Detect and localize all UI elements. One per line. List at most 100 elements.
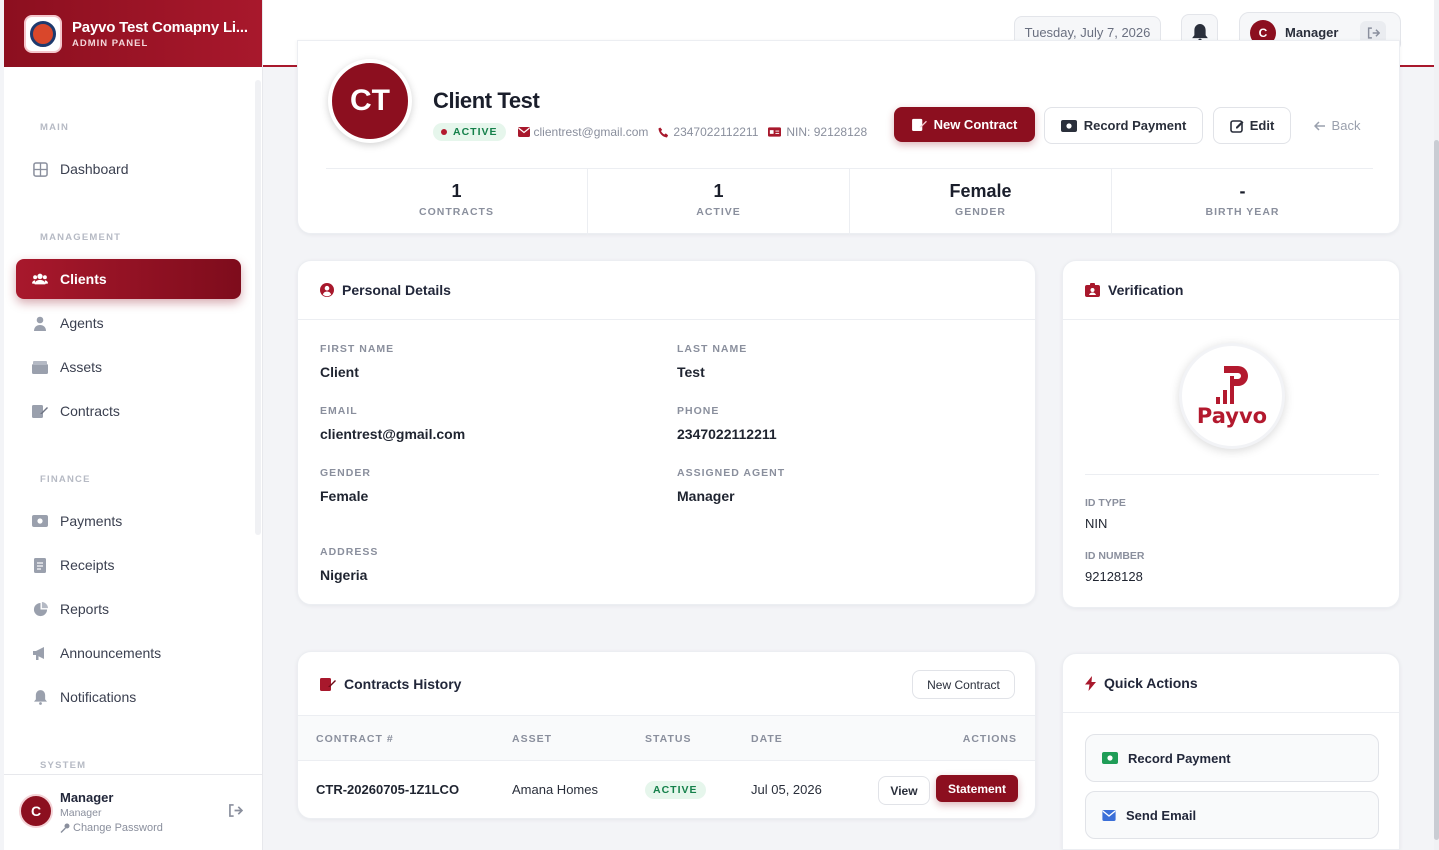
logout-icon bbox=[1367, 27, 1380, 39]
chart-pie-icon bbox=[32, 601, 48, 617]
column-header: ASSET bbox=[512, 733, 553, 745]
nav-section-management: MANAGEMENT bbox=[40, 232, 122, 243]
header-user-name: Manager bbox=[1285, 25, 1339, 40]
stat-birth-year: - BIRTH YEAR bbox=[1205, 181, 1280, 218]
payvo-wordmark: Payvo bbox=[1196, 404, 1268, 428]
column-header: CONTRACT # bbox=[316, 733, 394, 745]
file-signature-icon bbox=[320, 677, 336, 691]
view-contract-button[interactable]: View bbox=[878, 776, 930, 805]
phone-icon bbox=[658, 126, 669, 138]
sidebar-item-label: Contracts bbox=[60, 403, 120, 419]
personal-details-card: Personal Details FIRST NAME Client LAST … bbox=[297, 260, 1036, 605]
arrow-left-icon bbox=[1313, 120, 1326, 131]
file-signature-icon bbox=[911, 118, 927, 131]
bullhorn-icon bbox=[32, 645, 48, 661]
change-password-link[interactable]: Change Password bbox=[60, 822, 163, 834]
quick-record-payment-button[interactable]: Record Payment bbox=[1085, 734, 1379, 782]
sidebar-item-contracts[interactable]: Contracts bbox=[16, 391, 241, 431]
client-profile-card: CT Client Test ACTIVE clientrest@gmail.c… bbox=[297, 40, 1400, 235]
key-icon bbox=[60, 823, 70, 833]
card-header: Personal Details bbox=[298, 261, 1035, 320]
sidebar-item-label: Clients bbox=[60, 271, 107, 287]
envelope-icon bbox=[517, 127, 530, 137]
new-contract-button[interactable]: New Contract bbox=[894, 107, 1035, 142]
sidebar-user-name: Manager bbox=[60, 790, 114, 805]
logout-icon[interactable] bbox=[228, 804, 244, 822]
company-name: Payvo Test Comapny Li... bbox=[72, 18, 248, 36]
verification-card: Verification Payvo ID TYPE NIN ID NUMBER… bbox=[1062, 260, 1400, 608]
avatar: C bbox=[19, 794, 53, 828]
contract-asset: Amana Homes bbox=[512, 782, 598, 797]
file-signature-icon bbox=[32, 403, 48, 419]
quick-send-email-button[interactable]: Send Email bbox=[1085, 791, 1379, 839]
table-row: CTR-20260705-1Z1LCO Amana Homes ACTIVE J… bbox=[298, 762, 1035, 818]
contracts-new-button[interactable]: New Contract bbox=[912, 670, 1015, 699]
payvo-mark-icon bbox=[1216, 366, 1248, 404]
sidebar-item-label: Receipts bbox=[60, 557, 115, 573]
status-dot bbox=[441, 129, 447, 135]
sidebar-item-notifications[interactable]: Notifications bbox=[16, 677, 241, 717]
user-tie-icon bbox=[32, 315, 48, 331]
assigned-agent-field: ASSIGNED AGENT Manager bbox=[677, 467, 786, 504]
id-badge-icon bbox=[1085, 283, 1100, 297]
stat-active: 1 ACTIVE bbox=[588, 169, 850, 235]
contract-number[interactable]: CTR-20260705-1Z1LCO bbox=[316, 782, 459, 797]
contract-date: Jul 05, 2026 bbox=[751, 782, 822, 797]
sidebar-item-label: Announcements bbox=[60, 645, 162, 661]
stat-gender: Female GENDER bbox=[850, 169, 1112, 235]
sidebar-scrollbar[interactable] bbox=[255, 80, 261, 535]
sidebar-item-label: Notifications bbox=[60, 689, 137, 705]
payvo-logo: Payvo bbox=[1179, 343, 1285, 449]
client-stats: 1 CONTRACTS 1 ACTIVE Female GENDER - BIR… bbox=[326, 169, 1373, 235]
sidebar-user-panel: C Manager Manager Change Password bbox=[4, 774, 262, 850]
sidebar-item-receipts[interactable]: Receipts bbox=[16, 545, 241, 585]
statement-button[interactable]: Statement bbox=[936, 775, 1018, 802]
nav-section-main: MAIN bbox=[40, 122, 70, 133]
status-badge: ACTIVE bbox=[433, 123, 506, 141]
nav-section-finance: FINANCE bbox=[40, 474, 91, 485]
client-email[interactable]: clientrest@gmail.com bbox=[534, 125, 649, 139]
record-payment-button[interactable]: Record Payment bbox=[1044, 107, 1203, 144]
sidebar-item-dashboard[interactable]: Dashboard bbox=[16, 149, 241, 189]
gender-field: GENDER Female bbox=[320, 467, 371, 504]
id-number-field: ID NUMBER 92128128 bbox=[1085, 550, 1145, 584]
scrollbar-thumb[interactable] bbox=[1434, 140, 1439, 840]
sidebar-item-label: Reports bbox=[60, 601, 110, 617]
divider bbox=[1085, 474, 1379, 475]
client-phone[interactable]: 2347022112211 bbox=[673, 125, 758, 139]
bell-icon bbox=[1191, 23, 1208, 42]
status-badge: ACTIVE bbox=[645, 781, 706, 799]
brand-header[interactable]: Payvo Test Comapny Li... ADMIN PANEL bbox=[4, 0, 262, 67]
back-link[interactable]: Back bbox=[1308, 107, 1366, 144]
sidebar-item-assets[interactable]: Assets bbox=[16, 347, 241, 387]
address-field: ADDRESS Nigeria bbox=[320, 546, 379, 583]
contracts-history-card: Contracts History New Contract CONTRACT … bbox=[297, 651, 1036, 819]
column-header: DATE bbox=[751, 733, 783, 745]
admin-panel-label: ADMIN PANEL bbox=[72, 37, 149, 49]
quick-actions-card: Quick Actions Record Payment Send Email bbox=[1062, 653, 1400, 850]
sidebar-item-label: Assets bbox=[60, 359, 103, 375]
bolt-icon bbox=[1085, 675, 1096, 691]
nav-section-system: SYSTEM bbox=[40, 760, 87, 771]
last-name-field: LAST NAME Test bbox=[677, 343, 748, 380]
page-scrollbar[interactable] bbox=[1434, 0, 1439, 850]
grid-icon bbox=[32, 161, 48, 177]
envelope-icon bbox=[1102, 809, 1116, 821]
phone-field: PHONE 2347022112211 bbox=[677, 405, 777, 442]
sidebar: Payvo Test Comapny Li... ADMIN PANEL MAI… bbox=[4, 0, 263, 850]
sidebar-item-label: Payments bbox=[60, 513, 123, 529]
user-circle-icon bbox=[320, 283, 334, 297]
sidebar-user-role: Manager bbox=[60, 807, 102, 819]
sidebar-item-agents[interactable]: Agents bbox=[16, 303, 241, 343]
sidebar-item-label: Agents bbox=[60, 315, 104, 331]
sidebar-item-clients[interactable]: Clients bbox=[16, 259, 241, 299]
client-meta: ACTIVE clientrest@gmail.com 234702211221… bbox=[433, 123, 867, 141]
sidebar-item-announcements[interactable]: Announcements bbox=[16, 633, 241, 673]
edit-icon bbox=[1229, 119, 1244, 133]
client-nin: NIN: 92128128 bbox=[786, 125, 868, 139]
sidebar-item-payments[interactable]: Payments bbox=[16, 501, 241, 541]
sidebar-item-reports[interactable]: Reports bbox=[16, 589, 241, 629]
first-name-field: FIRST NAME Client bbox=[320, 343, 395, 380]
edit-button[interactable]: Edit bbox=[1213, 107, 1291, 144]
card-header: Quick Actions bbox=[1063, 654, 1399, 713]
